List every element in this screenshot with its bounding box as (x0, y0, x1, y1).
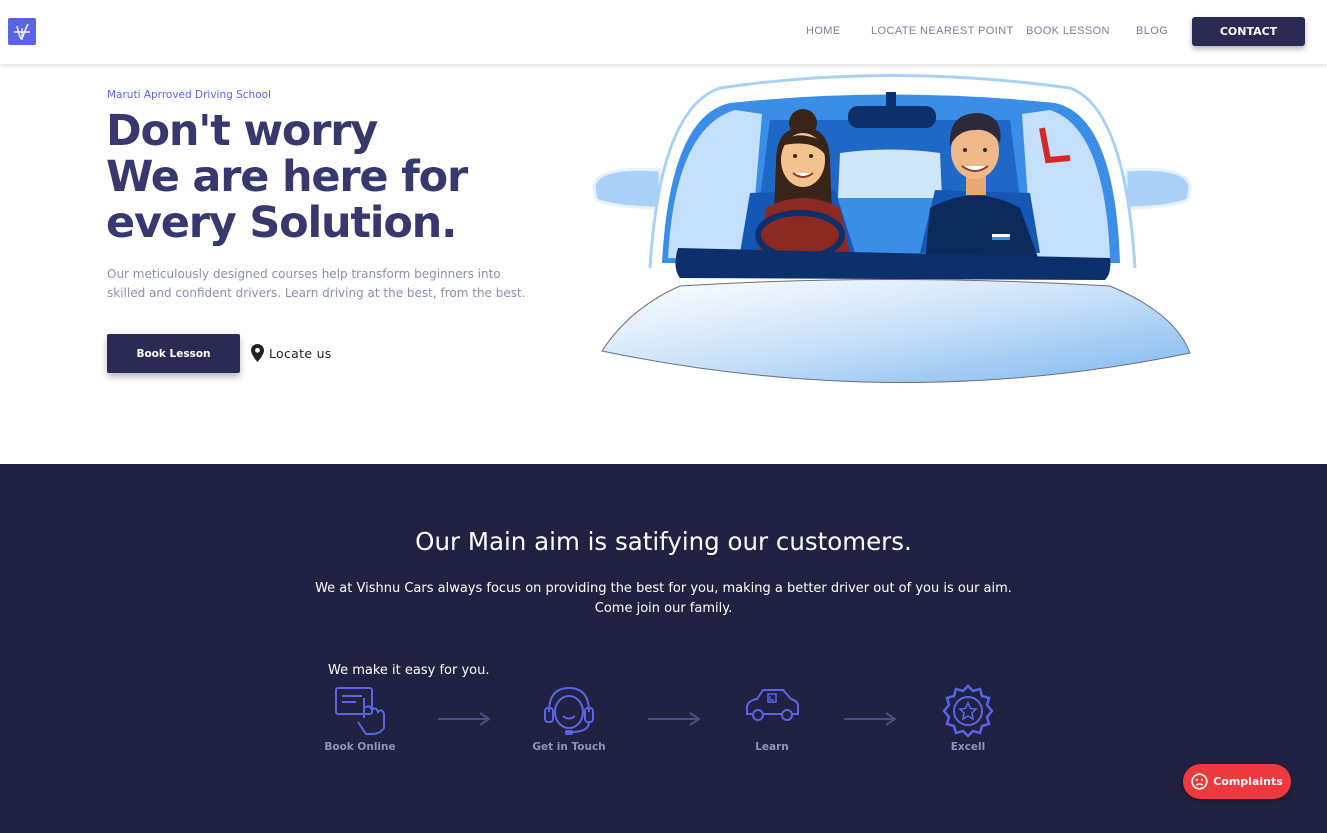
step-get-in-touch (519, 684, 619, 738)
locate-us-label: Locate us (269, 345, 332, 361)
headline-line-3: every Solution. (106, 198, 457, 248)
aim-description-line-2: Come join our family. (594, 601, 733, 616)
easy-label: We make it easy for you. (328, 663, 490, 678)
step-label-get-in-touch: Get in Touch (532, 741, 606, 753)
headset-support-icon (544, 686, 594, 735)
vishnu-logo-icon[interactable] (8, 18, 36, 45)
aim-title: Our Main aim is satifying our customers. (415, 527, 912, 556)
locate-us-link[interactable]: Locate us (251, 344, 332, 362)
aim-description: We at Vishnu Cars always focus on provid… (0, 579, 1327, 619)
step-book-online (310, 684, 410, 736)
step-label-learn: Learn (755, 741, 789, 753)
sad-face-icon (1191, 773, 1208, 790)
hero-description: Our meticulously designed courses help t… (107, 265, 547, 303)
map-pin-icon (251, 344, 264, 362)
book-lesson-button[interactable]: Book Lesson (107, 334, 240, 373)
step-learn (722, 684, 822, 724)
award-badge-icon (942, 684, 994, 738)
hero-description-line-1: Our meticulously designed courses help t… (107, 267, 501, 281)
navbar: HOME LOCATE NEAREST POINT BOOK LESSON BL… (0, 0, 1327, 64)
book-online-icon (335, 687, 385, 735)
complaints-button[interactable]: Complaints (1183, 764, 1291, 799)
arrow-icon (648, 712, 701, 726)
nav-home-link[interactable]: HOME (806, 25, 841, 37)
nav-book-lesson-link[interactable]: BOOK LESSON (1026, 25, 1110, 37)
car-driving-lesson-illustration (592, 74, 1192, 383)
step-excell (918, 684, 1018, 738)
aim-section (0, 464, 1327, 833)
arrow-icon (844, 712, 897, 726)
hero-eyebrow: Maruti Aprroved Driving School (107, 89, 271, 101)
step-label-book-online: Book Online (324, 741, 396, 753)
nav-locate-link[interactable]: LOCATE NEAREST POINT (871, 25, 1014, 37)
arrow-icon (438, 712, 491, 726)
complaints-label: Complaints (1213, 775, 1283, 788)
aim-description-line-1: We at Vishnu Cars always focus on provid… (315, 581, 1012, 596)
hero-description-line-2: skilled and confident drivers. Learn dri… (107, 286, 526, 300)
step-label-excell: Excell (950, 741, 986, 753)
contact-button[interactable]: CONTACT (1192, 17, 1305, 46)
headline-line-2: We are here for (106, 152, 468, 202)
nav-blog-link[interactable]: BLOG (1136, 25, 1168, 37)
hero-headline: Don't worry We are here for every Soluti… (106, 106, 468, 248)
headline-line-1: Don't worry (106, 106, 378, 156)
learner-car-icon (746, 689, 799, 721)
